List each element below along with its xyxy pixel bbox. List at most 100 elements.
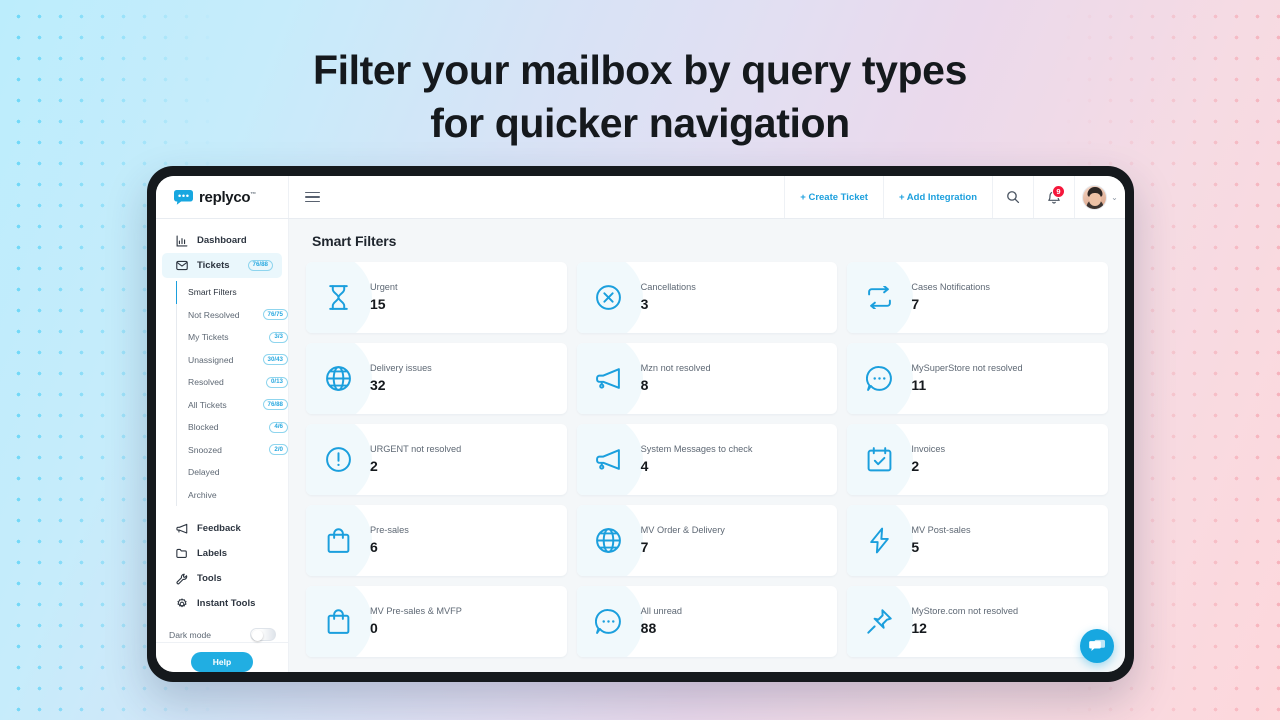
- filter-card-mzn-not-resolved[interactable]: Mzn not resolved 8: [576, 343, 838, 414]
- help-button[interactable]: Help: [190, 651, 254, 672]
- filter-card-delivery-issues[interactable]: Delivery issues 32: [306, 343, 567, 414]
- lightning-icon: [847, 527, 911, 554]
- filter-card-cancellations[interactable]: Cancellations 3: [576, 262, 838, 333]
- card-label: MySuperStore not resolved: [911, 362, 1023, 373]
- alert-circle-icon: [306, 446, 370, 473]
- headline-line-2: for quicker navigation: [430, 100, 850, 146]
- card-value: 7: [911, 295, 920, 312]
- sidebar-subitem-blocked[interactable]: Blocked 4/6: [177, 416, 288, 439]
- card-label: MV Pre-sales & MVFP: [370, 605, 462, 616]
- shopping-bag-icon: [306, 527, 370, 554]
- sidebar-subitem-badge: 2/0: [269, 444, 288, 456]
- filter-card-mysuperstore-not-resolved[interactable]: MySuperStore not resolved 11: [847, 343, 1108, 414]
- card-value: 2: [911, 457, 920, 474]
- sidebar-subitem-label: Delayed: [188, 467, 220, 478]
- sidebar-item-tickets[interactable]: Tickets 76/88: [162, 253, 282, 278]
- card-label: System Messages to check: [640, 443, 753, 454]
- sidebar-item-badge: 76/88: [247, 259, 273, 272]
- card-text: MyStore.com not resolved 12: [911, 606, 1018, 638]
- replyco-speech-bubble-icon: [174, 189, 193, 205]
- filter-card-mv-post-sales[interactable]: MV Post-sales 5: [847, 505, 1108, 576]
- filter-card-invoices[interactable]: Invoices 2: [847, 424, 1108, 495]
- sidebar-item-instant-tools[interactable]: Instant Tools: [162, 591, 282, 616]
- sidebar-subitem-label: Resolved: [188, 377, 224, 388]
- hamburger-menu-icon[interactable]: [289, 176, 335, 218]
- sidebar-item-labels[interactable]: Labels: [162, 541, 282, 566]
- create-ticket-button[interactable]: + Create Ticket: [784, 176, 883, 218]
- sidebar-item-label: Tools: [197, 573, 222, 584]
- filter-card-urgent[interactable]: Urgent 15: [306, 262, 567, 333]
- sidebar-subitem-label: Smart Filters: [188, 287, 237, 298]
- megaphone-icon: [577, 447, 641, 472]
- card-value: 11: [911, 376, 927, 393]
- dark-mode-label: Dark mode: [169, 629, 212, 640]
- circle-x-icon: [577, 284, 641, 311]
- card-value: 4: [640, 457, 649, 474]
- card-text: Cases Notifications 7: [911, 282, 990, 314]
- megaphone-icon: [577, 366, 641, 391]
- avatar: [1082, 184, 1108, 210]
- sidebar-subitem-archive[interactable]: Archive: [177, 484, 288, 507]
- sidebar-subitem-badge: 3/3: [269, 331, 288, 343]
- brand-logo[interactable]: replyco™: [156, 176, 289, 218]
- sidebar-bottom-section: Feedback Labels Tools Instant Tools Dark…: [156, 516, 288, 641]
- sidebar-subitem-resolved[interactable]: Resolved 0/13: [177, 371, 288, 394]
- card-text: Cancellations 3: [641, 282, 696, 314]
- card-value: 32: [370, 376, 386, 393]
- filter-card-mv-pre-sales-and-mvfp[interactable]: MV Pre-sales & MVFP 0: [306, 586, 567, 657]
- sidebar-subitem-delayed[interactable]: Delayed: [177, 461, 288, 484]
- filter-card-pre-sales[interactable]: Pre-sales 6: [306, 505, 567, 576]
- notifications-bell-icon[interactable]: 9: [1033, 176, 1074, 218]
- filter-card-cases-notifications[interactable]: Cases Notifications 7: [847, 262, 1108, 333]
- card-value: 8: [640, 376, 649, 393]
- app-body: Dashboard Tickets 76/88 Smart Filters No…: [156, 219, 1125, 672]
- filter-card-system-messages-to-check[interactable]: System Messages to check 4: [576, 424, 838, 495]
- sidebar-subitem-snoozed[interactable]: Snoozed 2/0: [177, 439, 288, 462]
- filter-card-all-unread[interactable]: All unread 88: [576, 586, 838, 657]
- megaphone-icon: [175, 522, 188, 535]
- sidebar-subitem-my-tickets[interactable]: My Tickets 3/3: [177, 326, 288, 349]
- chat-bubbles-icon[interactable]: [1080, 629, 1114, 663]
- sidebar-item-dashboard[interactable]: Dashboard: [162, 228, 282, 253]
- card-value: 6: [370, 538, 378, 555]
- chat-dots-icon: [577, 608, 641, 635]
- sidebar-item-tools[interactable]: Tools: [162, 566, 282, 591]
- filter-card-mv-order-and-delivery[interactable]: MV Order & Delivery 7: [576, 505, 838, 576]
- card-value: 5: [911, 538, 920, 555]
- trademark-symbol: ™: [250, 191, 256, 198]
- sidebar-subitem-all-tickets[interactable]: All Tickets 76/88: [177, 394, 288, 417]
- chevron-down-icon: ⌄: [1111, 192, 1118, 202]
- chat-dots-icon: [847, 365, 911, 392]
- sidebar-subitem-unassigned[interactable]: Unassigned 30/43: [177, 349, 288, 372]
- card-label: URGENT not resolved: [370, 443, 462, 454]
- card-value: 88: [640, 619, 657, 636]
- card-text: URGENT not resolved 2: [370, 444, 461, 476]
- sidebar-subnav: Smart Filters Not Resolved 76/75 My Tick…: [175, 281, 288, 507]
- page-title: Smart Filters: [312, 233, 397, 249]
- brand-name: replyco™: [199, 188, 256, 206]
- card-text: Delivery issues 32: [370, 363, 432, 395]
- sidebar-item-label: Feedback: [197, 523, 241, 534]
- card-text: MV Pre-sales & MVFP 0: [370, 606, 462, 638]
- sidebar-subitem-badge: 4/6: [269, 421, 288, 433]
- filter-card-urgent-not-resolved[interactable]: URGENT not resolved 2: [306, 424, 567, 495]
- card-text: All unread 88: [641, 606, 682, 638]
- sidebar-subitem-label: Not Resolved: [188, 309, 240, 320]
- tablet-device-frame: replyco™ + Create Ticket + Add Integrati…: [147, 166, 1134, 682]
- calendar-check-icon: [847, 446, 911, 473]
- card-text: MV Order & Delivery 7: [641, 525, 725, 557]
- dark-mode-toggle[interactable]: [250, 628, 276, 641]
- card-label: MyStore.com not resolved: [911, 605, 1019, 616]
- user-profile-menu[interactable]: ⌄: [1074, 176, 1125, 218]
- add-integration-button[interactable]: + Add Integration: [882, 176, 992, 218]
- repeat-icon: [847, 286, 911, 309]
- sidebar-item-feedback[interactable]: Feedback: [162, 516, 282, 541]
- search-icon[interactable]: [992, 176, 1033, 218]
- hourglass-icon: [306, 284, 370, 311]
- sidebar-subitem-not-resolved[interactable]: Not Resolved 76/75: [177, 304, 288, 327]
- sidebar-subitem-smart-filters[interactable]: Smart Filters: [175, 281, 288, 304]
- card-text: Invoices 2: [911, 444, 945, 476]
- filter-card-mystore-com-not-resolved[interactable]: MyStore.com not resolved 12: [847, 586, 1108, 657]
- page-headline: Filter your mailbox by query types for q…: [0, 44, 1280, 150]
